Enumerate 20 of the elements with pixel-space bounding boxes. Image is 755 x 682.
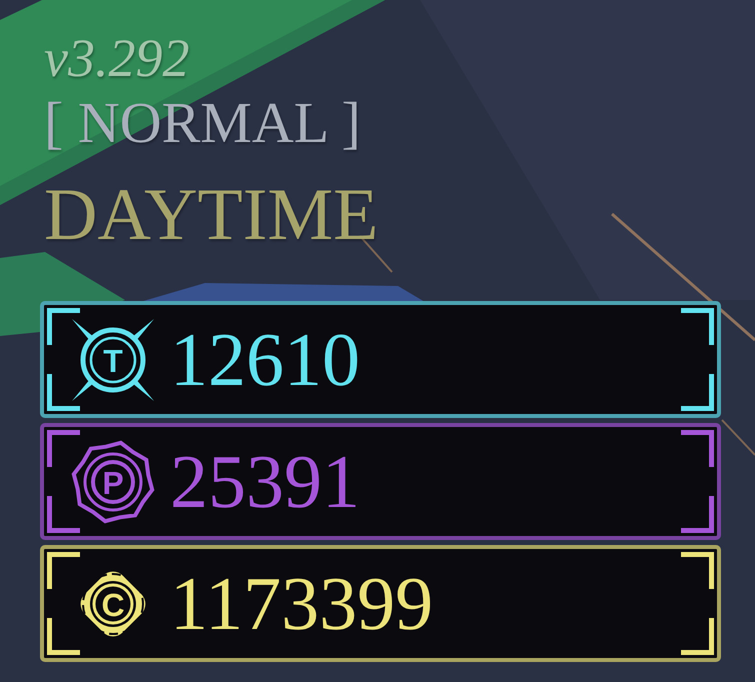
corner-bracket-icon	[47, 552, 80, 589]
corner-bracket-icon	[681, 552, 714, 589]
corner-bracket-icon	[681, 618, 714, 655]
corner-bracket-icon	[47, 374, 80, 411]
corner-bracket-icon	[47, 308, 80, 345]
currency-amount: 25391	[170, 444, 360, 520]
currency-amount: 12610	[170, 322, 360, 398]
version-label: v3.292	[43, 28, 190, 88]
time-of-day-label: DAYTIME	[43, 175, 378, 255]
corner-bracket-icon	[681, 374, 714, 411]
corner-bracket-icon	[681, 430, 714, 467]
corner-bracket-icon	[681, 496, 714, 533]
currency-amount: 1173399	[170, 566, 434, 642]
stick	[721, 419, 755, 456]
corner-bracket-icon	[47, 430, 80, 467]
corner-bracket-icon	[47, 496, 80, 533]
octagon-badge-icon: P	[70, 438, 156, 524]
corner-bracket-icon	[681, 308, 714, 345]
spiked-ring-emblem-icon: T	[70, 316, 156, 402]
corner-bracket-icon	[47, 618, 80, 655]
